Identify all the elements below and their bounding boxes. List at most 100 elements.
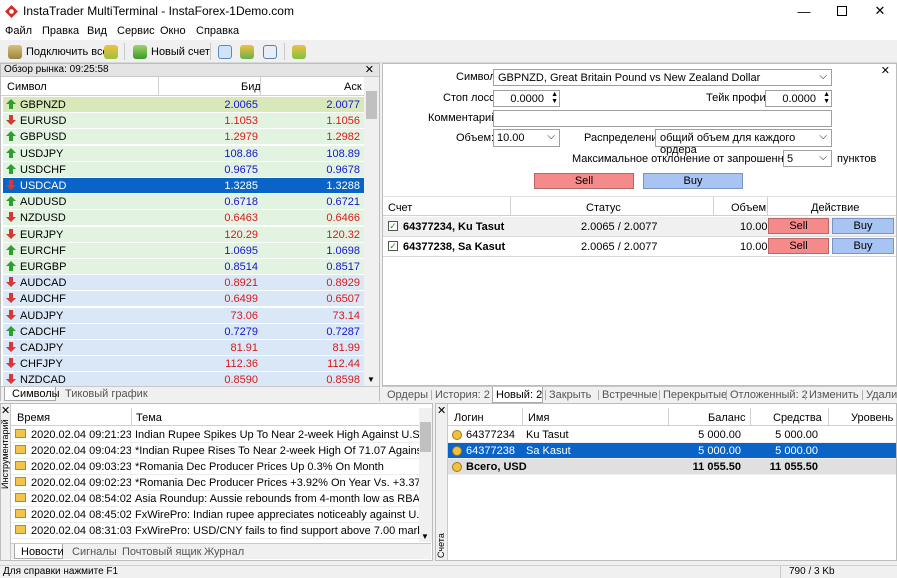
deviation-select[interactable]: 5 ⌵ <box>783 150 832 167</box>
comment-input[interactable] <box>493 110 832 127</box>
news-row[interactable]: 2020.02.04 08:45:02 FxWirePro: Indian rup… <box>11 507 419 523</box>
total-balance: 11 055.50 <box>692 461 741 473</box>
market-watch-row[interactable]: EURJPY 120.29 120.32 <box>3 226 364 243</box>
market-watch-row[interactable]: NZDUSD 0.6463 0.6466 <box>3 210 364 227</box>
tab-orders[interactable]: Ордеры <box>387 389 428 401</box>
symbol-name: NZDCAD <box>20 374 66 387</box>
account-checkbox[interactable]: ✓ <box>388 241 398 251</box>
add-account-button[interactable] <box>289 42 309 61</box>
tab-mailbox[interactable]: Почтовый ящик <box>122 546 201 558</box>
accounts-panel-toggle[interactable] <box>237 42 257 61</box>
bid-price: 1.0695 <box>224 244 258 257</box>
ask-price: 1.1056 <box>326 115 360 128</box>
close-news-icon[interactable]: ✕ <box>1 404 10 417</box>
market-watch-row[interactable]: CHFJPY 112.36 112.44 <box>3 356 364 373</box>
price-up-icon <box>6 244 16 255</box>
tab-pending[interactable]: Отложенный: 2 <box>730 389 808 401</box>
buy-button[interactable]: Buy <box>643 173 743 189</box>
market-watch-row[interactable]: EURCHF 1.0695 1.0698 <box>3 242 364 259</box>
symbol-select[interactable]: GBPNZD, Great Britain Pound vs New Zeala… <box>493 69 832 86</box>
price-down-icon <box>6 293 16 304</box>
market-watch-row[interactable]: EURUSD 1.1053 1.1056 <box>3 113 364 130</box>
terminal-toggle[interactable] <box>260 42 280 61</box>
volume-select[interactable]: 10.00 ⌵ <box>493 129 560 147</box>
market-watch-row[interactable]: GBPNZD 2.0065 2.0077 <box>3 97 364 113</box>
market-watch-row[interactable]: USDCAD 1.3285 1.3288 <box>3 178 364 194</box>
account-row[interactable]: 64377238 Sa Kasut 5 000.00 5 000.00 <box>448 443 896 459</box>
status-traffic: 790 / 3 Kb <box>789 566 835 577</box>
col-symbol[interactable]: Символ <box>7 81 47 93</box>
tab-delete[interactable]: Удалить <box>866 389 897 401</box>
menu-file[interactable]: Файл <box>5 25 32 37</box>
close-market-watch-icon[interactable]: ✕ <box>365 63 374 76</box>
news-topic: *Indian Rupee Rises To Near 2-week High … <box>135 445 419 457</box>
price-up-icon <box>6 261 16 271</box>
menu-view[interactable]: Вид <box>87 25 107 37</box>
market-watch-scrollbar[interactable]: ▼ <box>364 77 379 386</box>
row-sell-button[interactable]: Sell <box>768 238 829 254</box>
tab-signals[interactable]: Сигналы <box>72 546 117 558</box>
market-watch-toggle[interactable] <box>215 42 235 61</box>
news-row[interactable]: 2020.02.04 08:31:03 FxWirePro: USD/CNY fa… <box>11 523 419 539</box>
news-row[interactable]: 2020.02.04 09:03:23 *Romania Dec Producer… <box>11 459 419 475</box>
news-row[interactable]: 2020.02.04 09:02:23 *Romania Dec Producer… <box>11 475 419 491</box>
news-topic: *Romania Dec Producer Prices Up 0.3% On … <box>135 461 384 473</box>
close-accounts-icon[interactable]: ✕ <box>437 404 446 417</box>
tab-tick-chart[interactable]: Тиковый график <box>65 388 148 400</box>
tab-counter[interactable]: Встречные <box>602 389 658 401</box>
tab-journal[interactable]: Журнал <box>204 546 244 558</box>
tab-close[interactable]: Закрыть <box>549 389 591 401</box>
news-topic: Indian Rupee Spikes Up To Near 2-week Hi… <box>135 429 419 441</box>
account-checkbox[interactable]: ✓ <box>388 221 398 231</box>
add-user-icon <box>292 44 306 59</box>
deviation-chevron-icon: ⌵ <box>819 152 827 163</box>
bid-price: 0.6499 <box>224 293 258 306</box>
tab-overlapped[interactable]: Перекрытые <box>663 389 727 401</box>
account-row[interactable]: 64377234 Ku Tasut 5 000.00 5 000.00 <box>448 427 896 443</box>
market-watch-row[interactable]: USDCHF 0.9675 0.9678 <box>3 161 364 178</box>
tab-modify[interactable]: Изменить <box>809 389 859 401</box>
stop-loss-input[interactable]: 0.0000 ▲ ▼ <box>493 90 560 107</box>
news-scrollbar[interactable]: ▼ <box>419 408 432 542</box>
new-order-button[interactable]: Новый счет <box>130 42 213 61</box>
news-row[interactable]: 2020.02.04 09:21:23 Indian Rupee Spikes U… <box>11 427 419 443</box>
bid-price: 1.1053 <box>224 115 258 128</box>
distribution-select[interactable]: общий объем для каждого ордера ⌵ <box>655 129 832 156</box>
market-watch-row[interactable]: AUDCHF 0.6499 0.6507 <box>3 291 364 308</box>
news-row[interactable]: 2020.02.04 09:04:23 *Indian Rupee Rises T… <box>11 443 419 459</box>
menu-service[interactable]: Сервис <box>117 25 155 37</box>
market-watch-row[interactable]: CADJPY 81.91 81.99 <box>3 340 364 356</box>
row-sell-button[interactable]: Sell <box>768 218 829 234</box>
news-topic: *Romania Dec Producer Prices +3.92% On Y… <box>135 477 419 489</box>
row-buy-button[interactable]: Buy <box>832 238 894 254</box>
col-ask[interactable]: Аск <box>344 81 362 93</box>
symbol-name: AUDCAD <box>20 277 67 290</box>
close-order-icon[interactable]: ✕ <box>881 64 890 77</box>
sell-button[interactable]: Sell <box>534 173 634 189</box>
symbol-name: NZDUSD <box>20 212 66 225</box>
menu-edit[interactable]: Правка <box>42 25 79 37</box>
market-watch-row[interactable]: EURGBP 0.8514 0.8517 <box>3 259 364 275</box>
bid-price: 0.8590 <box>224 374 258 387</box>
accounts-toolbar-button[interactable] <box>101 42 121 61</box>
close-button[interactable]: ✕ <box>857 0 897 22</box>
symbol-name: AUDCHF <box>20 293 66 306</box>
news-row[interactable]: 2020.02.04 08:54:02 Asia Roundup: Aussie … <box>11 491 419 507</box>
take-profit-input[interactable]: 0.0000 ▲ ▼ <box>765 90 832 107</box>
accounts-total-row[interactable]: Всего, USD 11 055.50 11 055.50 <box>448 459 896 475</box>
market-watch-row[interactable]: AUDJPY 73.06 73.14 <box>3 307 364 324</box>
row-buy-button[interactable]: Buy <box>832 218 894 234</box>
market-watch-row[interactable]: USDJPY 108.86 108.89 <box>3 145 364 162</box>
col-bid[interactable]: Бид <box>241 81 261 93</box>
market-watch-row[interactable]: AUDCAD 0.8921 0.8929 <box>3 275 364 292</box>
menu-window[interactable]: Окно <box>160 25 186 37</box>
tab-history[interactable]: История: 2 <box>435 389 490 401</box>
tab-new[interactable]: Новый: 2 <box>496 389 542 401</box>
price-down-icon <box>6 228 16 239</box>
market-watch-row[interactable]: GBPUSD 1.2979 1.2982 <box>3 129 364 146</box>
market-watch-row[interactable]: AUDUSD 0.6718 0.6721 <box>3 194 364 211</box>
menu-help[interactable]: Справка <box>196 25 239 37</box>
ask-price: 1.3288 <box>326 180 360 192</box>
market-watch-row[interactable]: CADCHF 0.7279 0.7287 <box>3 323 364 340</box>
connect-all-button[interactable]: Подключить все <box>5 42 112 61</box>
